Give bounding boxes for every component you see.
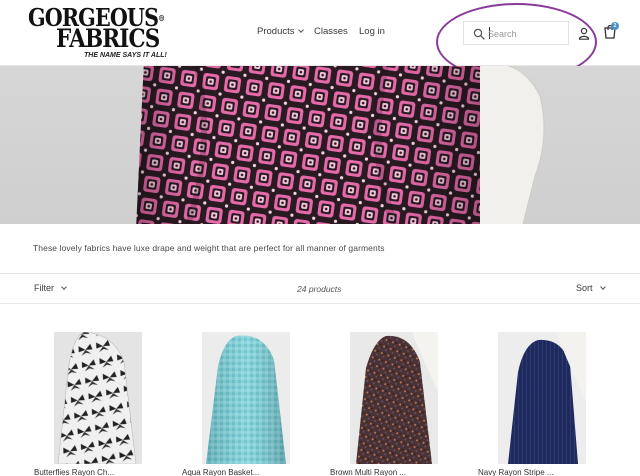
nav-classes[interactable]: Classes xyxy=(314,26,348,37)
chevron-down-icon xyxy=(61,284,67,290)
product-card-image[interactable] xyxy=(54,332,142,464)
product-card-image[interactable] xyxy=(498,332,586,464)
divider xyxy=(0,303,640,304)
fabric-pattern-image xyxy=(136,66,508,224)
cart-count-badge: 2 xyxy=(611,22,619,30)
product-title[interactable]: Navy Rayon Stripe ... xyxy=(478,468,596,476)
nav-products-label: Products xyxy=(257,26,295,37)
butterfly-fabric-image xyxy=(54,332,142,464)
chevron-down-icon xyxy=(297,27,304,33)
user-account-icon[interactable] xyxy=(578,27,590,40)
filter-label: Filter xyxy=(34,283,54,293)
product-count: 24 products xyxy=(297,284,342,294)
brown-multi-fabric-image xyxy=(350,332,438,464)
dress-form-image xyxy=(480,66,545,224)
product-card-image[interactable] xyxy=(202,332,290,464)
product-card-image[interactable] xyxy=(350,332,438,464)
search-box[interactable] xyxy=(463,21,569,45)
sort-label: Sort xyxy=(576,283,593,293)
aqua-fabric-image xyxy=(202,332,290,464)
collection-hero-image xyxy=(0,66,640,224)
nav-login[interactable]: Log in xyxy=(359,26,385,37)
filter-dropdown[interactable]: Filter xyxy=(34,283,67,293)
product-title[interactable]: Brown Multi Rayon ... xyxy=(330,468,448,476)
product-title[interactable]: Butterflies Rayon Ch... xyxy=(34,468,152,476)
chevron-down-icon xyxy=(599,284,606,290)
product-title[interactable]: Aqua Rayon Basket... xyxy=(182,468,300,476)
collection-description: These lovely fabrics have luxe drape and… xyxy=(33,243,385,253)
logo-line2: FABRICS xyxy=(56,24,160,53)
divider xyxy=(0,273,640,274)
navy-fabric-image xyxy=(498,332,586,464)
brand-logo[interactable]: GORGEOUS® FABRICS THE NAME SAYS IT ALL! xyxy=(28,6,178,60)
search-icon[interactable] xyxy=(473,28,485,40)
nav-products[interactable]: Products xyxy=(257,26,304,37)
search-input[interactable] xyxy=(488,25,566,42)
site-header: GORGEOUS® FABRICS THE NAME SAYS IT ALL! … xyxy=(0,0,640,66)
logo-tagline: THE NAME SAYS IT ALL! xyxy=(84,52,167,59)
sort-dropdown[interactable]: Sort xyxy=(576,283,606,293)
